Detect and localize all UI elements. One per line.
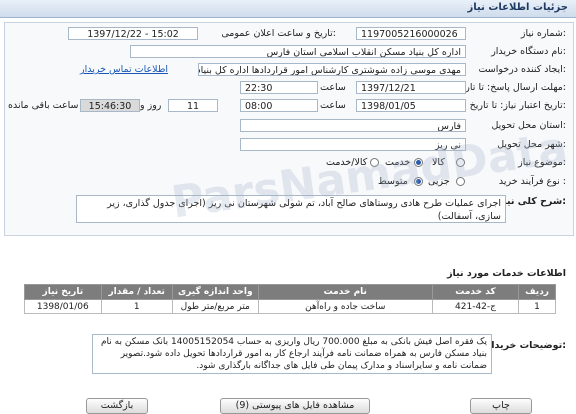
buyer-contact-link[interactable]: اطلاعات تماس خریدار bbox=[80, 64, 168, 75]
cell-quantity: 1 bbox=[100, 299, 173, 314]
buyer-notes-label: توضیحات خریدار: bbox=[485, 340, 566, 351]
buyer-field[interactable]: اداره کل بنیاد مسکن انقلاب اسلامی استان … bbox=[130, 45, 466, 58]
col-unit: واحد اندازه گیری bbox=[171, 284, 259, 300]
validity-label: تاریخ اعتبار نیاز: تا تاریخ: bbox=[469, 100, 566, 111]
city-field[interactable]: نی ریز bbox=[240, 138, 466, 151]
table-row[interactable]: 1398/01/06 1 متر مربع/متر طول ساخت جاده … bbox=[24, 299, 556, 314]
validity-time-label: ساعت bbox=[320, 100, 346, 111]
services-header-row: تاریخ نیاز تعداد / مقدار واحد اندازه گیر… bbox=[24, 284, 556, 300]
remaining-time-field: 15:46:30 bbox=[80, 99, 140, 112]
need-number-field[interactable]: 1197005216000026 bbox=[356, 27, 466, 40]
reply-time-field[interactable]: 22:30 bbox=[240, 81, 318, 94]
description-text: اجرای عملیات طرح هادی روستاهای صالح آباد… bbox=[76, 195, 506, 223]
classification-label: موضوع نیاز: bbox=[518, 157, 566, 168]
validity-date-field[interactable]: 1398/01/05 bbox=[356, 99, 466, 112]
radio-service-label: خدمت bbox=[385, 157, 411, 168]
buyer-notes-text: یک فقره اصل فیش بانکی به مبلغ 700.000 ری… bbox=[92, 334, 492, 374]
col-row: ردیف bbox=[518, 284, 556, 300]
window-titlebar: جزئیات اطلاعات نیاز bbox=[0, 0, 576, 18]
services-table: تاریخ نیاز تعداد / مقدار واحد اندازه گیر… bbox=[24, 284, 556, 314]
radio-goods-label: کالا bbox=[432, 157, 445, 168]
announce-field[interactable]: 1397/12/22 - 15:02 bbox=[68, 27, 198, 40]
radio-medium[interactable] bbox=[414, 177, 423, 186]
validity-time-field[interactable]: 08:00 bbox=[240, 99, 318, 112]
radio-medium-label: متوسط bbox=[378, 176, 408, 187]
radio-goods-service[interactable] bbox=[370, 158, 379, 167]
radio-partial-label: جزیی bbox=[428, 176, 450, 187]
announce-label: تاریخ و ساعت اعلان عمومی: bbox=[221, 28, 336, 39]
cell-need-date: 1398/01/06 bbox=[24, 299, 102, 314]
cell-row-number: 1 bbox=[518, 299, 556, 314]
description-label: شرح کلی نیاز: bbox=[497, 196, 566, 207]
window-title: جزئیات اطلاعات نیاز bbox=[467, 2, 568, 13]
days-label: روز و bbox=[140, 100, 162, 111]
remaining-label: ساعت باقی مانده bbox=[8, 100, 79, 111]
province-field[interactable]: فارس bbox=[240, 119, 466, 132]
cell-unit: متر مربع/متر طول bbox=[171, 299, 259, 314]
reply-time-label: ساعت bbox=[320, 82, 346, 93]
creator-field[interactable]: مهدی موسی زاده شوشتری کارشناس امور قرارد… bbox=[198, 63, 466, 76]
city-label: شهر محل تحویل: bbox=[497, 139, 566, 150]
radio-goods-service-label: کالا/خدمت bbox=[326, 157, 368, 168]
view-attachments-button[interactable]: مشاهده فایل های پیوستی (9) bbox=[220, 398, 370, 414]
col-service-code: کد خدمت bbox=[431, 284, 520, 300]
cell-service-code: ج-42-421 bbox=[431, 299, 520, 314]
radio-service[interactable] bbox=[414, 158, 423, 167]
days-remaining-field[interactable]: 11 bbox=[168, 99, 218, 112]
process-label: نوع فرآیند خرید : bbox=[498, 176, 566, 187]
services-section-title: اطلاعات خدمات مورد نیاز bbox=[447, 268, 566, 279]
col-service-name: نام خدمت bbox=[257, 284, 433, 300]
reply-date-field[interactable]: 1397/12/21 bbox=[356, 81, 466, 94]
creator-label: ایجاد کننده درخواست: bbox=[478, 64, 566, 75]
col-quantity: تعداد / مقدار bbox=[100, 284, 173, 300]
buyer-label: نام دستگاه خریدار: bbox=[491, 46, 566, 57]
col-need-date: تاریخ نیاز bbox=[24, 284, 102, 300]
print-button[interactable]: چاپ bbox=[470, 398, 532, 414]
back-button[interactable]: بازگشت bbox=[86, 398, 148, 414]
cell-service-name: ساخت جاده و راه‌آهن bbox=[257, 299, 433, 314]
need-number-label: شماره نیاز: bbox=[520, 28, 566, 39]
province-label: استان محل تحویل: bbox=[491, 120, 566, 131]
radio-partial[interactable] bbox=[456, 177, 465, 186]
radio-goods[interactable] bbox=[456, 158, 465, 167]
reply-deadline-label: مهلت ارسال پاسخ: تا تاریخ: bbox=[456, 82, 566, 93]
